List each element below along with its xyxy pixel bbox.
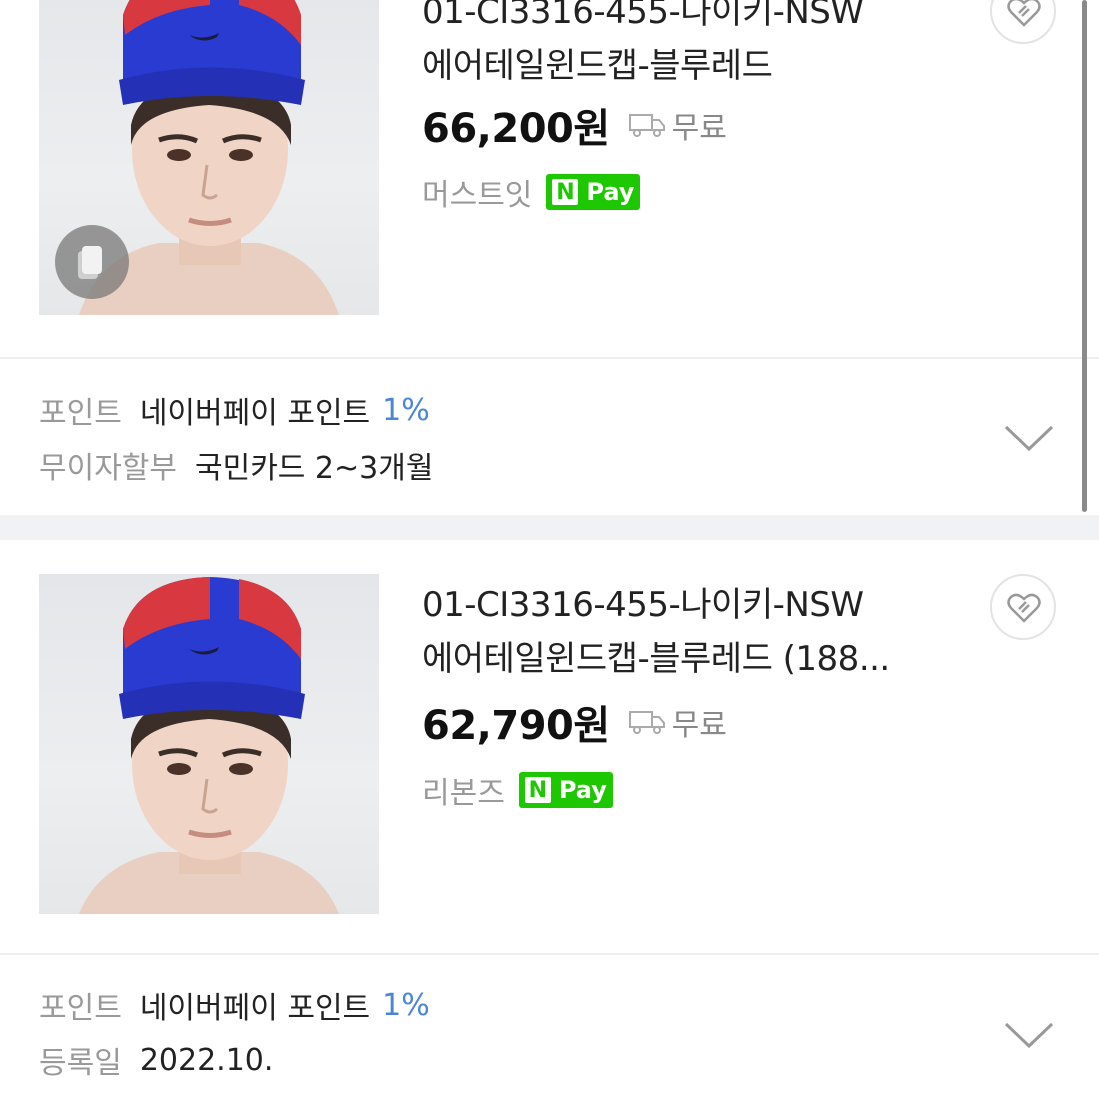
point-rate: 1%: [382, 392, 430, 428]
naver-pay-badge: N Pay: [546, 174, 641, 210]
product-price: 66,200원: [422, 106, 610, 152]
product-title[interactable]: 01-CI3316-455-나이키-NSW 에어테일윈드캡-블루레드 (188.…: [422, 578, 982, 686]
benefit-point: 포인트 네이버페이 포인트 1%: [39, 392, 430, 432]
naver-pay-badge: N Pay: [518, 772, 613, 808]
stacked-images-icon: [55, 225, 129, 299]
cap-model-photo: [79, 577, 339, 914]
divider: [0, 953, 1099, 955]
truck-icon: [628, 711, 665, 734]
chevron-down-icon[interactable]: [1003, 1020, 1055, 1050]
benefit-installment: 무이자할부 국민카드 2~3개월: [39, 451, 434, 486]
scrollbar[interactable]: [1082, 0, 1087, 512]
product-price: 62,790원: [422, 703, 610, 749]
seller-name[interactable]: 머스트잇: [422, 170, 532, 214]
seller-name[interactable]: 리본즈: [422, 768, 505, 812]
heart-link-icon: [1007, 0, 1041, 27]
product-title[interactable]: 01-CI3316-455-나이키-NSW 에어테일윈드캡-블루레드: [422, 0, 982, 93]
shipping-fee: 무료: [671, 708, 727, 743]
price-row: 66,200원 무료: [422, 100, 727, 152]
npay-logo-icon: N: [552, 179, 579, 205]
product-image[interactable]: [39, 574, 379, 914]
chevron-down-icon[interactable]: [1003, 423, 1055, 453]
benefit-point: 포인트 네이버페이 포인트 1%: [39, 987, 430, 1027]
seller-row: 리본즈 N Pay: [422, 768, 613, 812]
benefit-registered-date: 등록일 2022.10.: [39, 1042, 274, 1082]
divider: [0, 357, 1099, 359]
zzim-button[interactable]: [990, 0, 1056, 44]
product-image[interactable]: [39, 0, 379, 315]
npay-logo-icon: N: [524, 777, 551, 803]
seller-row: 머스트잇 N Pay: [422, 170, 641, 214]
truck-icon: [628, 114, 665, 137]
shipping-fee: 무료: [671, 111, 727, 146]
product-card[interactable]: 01-CI3316-455-나이키-NSW 에어테일윈드캡-블루레드 66,20…: [0, 0, 1099, 515]
product-card[interactable]: 01-CI3316-455-나이키-NSW 에어테일윈드캡-블루레드 (188.…: [0, 540, 1099, 1099]
zzim-button[interactable]: [990, 574, 1056, 640]
price-row: 62,790원 무료: [422, 697, 727, 749]
heart-link-icon: [1007, 593, 1041, 623]
point-rate: 1%: [382, 987, 430, 1023]
section-separator: [0, 515, 1099, 540]
